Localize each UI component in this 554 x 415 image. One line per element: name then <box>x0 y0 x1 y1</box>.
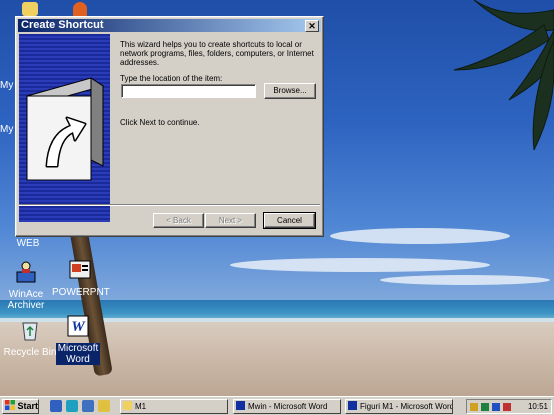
svg-text:W: W <box>71 319 86 335</box>
task-label: M1 <box>135 402 147 411</box>
ie-icon[interactable] <box>50 400 62 412</box>
desktop-icon-label: WEB <box>16 238 40 249</box>
shortcut-icon <box>25 77 105 181</box>
word-icon <box>236 401 245 410</box>
desktop-icon-web-partial[interactable]: WEB <box>8 238 48 249</box>
folder-icon <box>22 2 38 16</box>
powerpoint-icon <box>69 260 91 279</box>
taskbar-task-mwin[interactable]: Mwin - Microsoft Word <box>233 399 341 414</box>
palm-fronds <box>453 0 554 150</box>
speaker-icon[interactable] <box>470 403 478 411</box>
desktop-icon-label: Recycle Bin <box>3 347 57 358</box>
clock[interactable]: 10:51 <box>528 400 548 413</box>
taskbar: Start M1 Mwin - Microsoft Word Figuri M1… <box>0 396 554 415</box>
cloud <box>230 258 490 272</box>
show-desktop-icon[interactable] <box>82 400 94 412</box>
windows-logo-icon <box>5 400 15 410</box>
mail-icon[interactable] <box>492 403 500 411</box>
outlook-icon[interactable] <box>66 400 78 412</box>
antivirus-icon[interactable] <box>503 403 511 411</box>
close-icon: ✕ <box>308 21 316 31</box>
back-button[interactable]: < Back <box>153 213 204 228</box>
system-tray: 10:51 <box>466 399 552 414</box>
taskbar-task-figuri[interactable]: Figuri M1 - Microsoft Word <box>345 399 453 414</box>
cloud <box>380 275 550 285</box>
location-label: Type the location of the item: <box>120 74 223 83</box>
window-titlebar[interactable]: Create Shortcut ✕ <box>18 19 321 32</box>
wizard-intro-text: This wizard helps you to create shortcut… <box>120 40 314 67</box>
winace-icon <box>16 261 36 283</box>
desktop-icon-recycle-bin[interactable]: Recycle Bin <box>2 318 58 358</box>
next-button[interactable]: Next > <box>205 213 256 228</box>
wizard-graphic <box>19 34 110 222</box>
desktop-icon-word[interactable]: W Microsoft Word <box>56 314 100 365</box>
desktop-icon-label: Microsoft Word <box>56 343 100 365</box>
desktop-icon-label: My <box>0 80 14 91</box>
cloud <box>330 228 510 244</box>
close-button[interactable]: ✕ <box>305 20 319 32</box>
word-icon <box>348 401 357 410</box>
cat-icon <box>73 2 87 16</box>
desktop-icon-label: My <box>0 124 14 135</box>
button-separator <box>19 204 320 206</box>
window-title: Create Shortcut <box>21 19 104 31</box>
start-button[interactable]: Start <box>2 399 39 414</box>
task-label: Mwin - Microsoft Word <box>248 402 328 411</box>
cancel-button[interactable]: Cancel <box>263 212 316 229</box>
taskbar-task-m1[interactable]: M1 <box>120 399 228 414</box>
create-shortcut-window: Create Shortcut ✕ This wizard helps you … <box>15 16 324 237</box>
location-input[interactable] <box>121 84 256 98</box>
desktop-icon-label: WinAce Archiver <box>7 289 45 311</box>
word-icon: W <box>67 315 89 337</box>
channels-icon[interactable] <box>98 400 110 412</box>
task-label: Figuri M1 - Microsoft Word <box>360 402 453 411</box>
browse-button[interactable]: Browse... <box>264 83 316 99</box>
next-hint-text: Click Next to continue. <box>120 118 200 127</box>
desktop-icon-my-partial[interactable]: My <box>0 124 16 135</box>
desktop-icon-label: POWERPNT <box>52 287 110 298</box>
network-icon[interactable] <box>481 403 489 411</box>
start-label: Start <box>17 401 39 411</box>
desktop-icon-my-partial[interactable]: My <box>0 80 16 91</box>
desktop-icon-powerpnt[interactable]: POWERPNT <box>52 258 110 298</box>
folder-icon <box>123 401 132 410</box>
desktop-icon-winace[interactable]: WinAce Archiver <box>0 260 52 311</box>
recycle-bin-icon <box>22 322 38 341</box>
